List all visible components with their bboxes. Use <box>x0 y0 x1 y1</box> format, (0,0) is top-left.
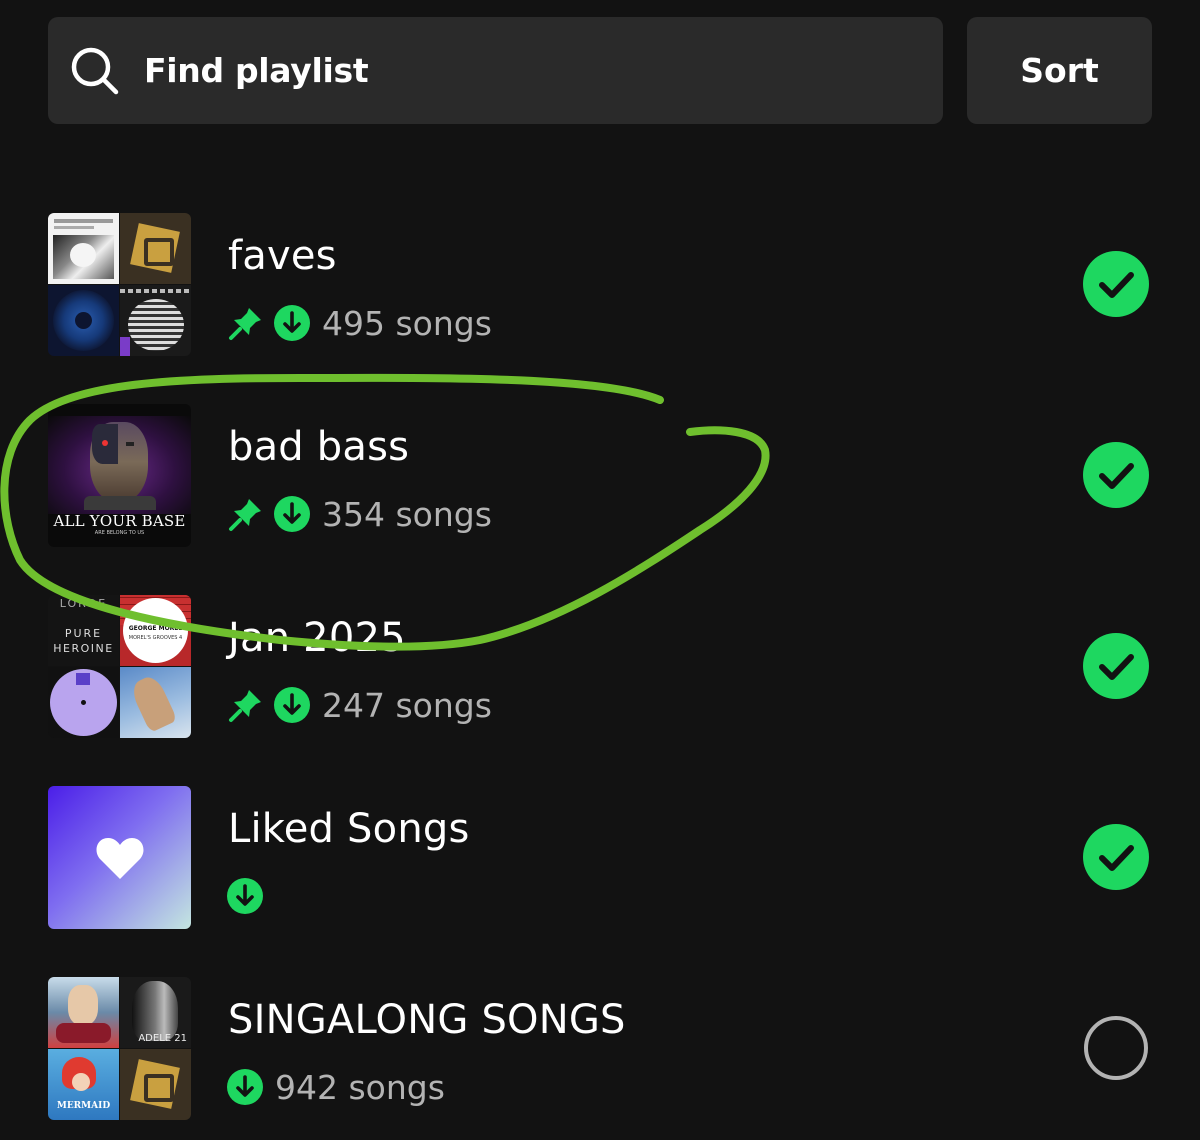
playlist-title: Liked Songs <box>228 806 470 852</box>
cover-text: ALL YOUR BASE <box>53 512 186 530</box>
cover-text: MOREL'S GROOVES 4 <box>128 635 183 641</box>
playlist-picker: Find playlist Sort faves 495 songs ALL Y… <box>0 0 1200 1140</box>
playlist-meta: 942 songs <box>227 1067 445 1107</box>
playlist-row-faves[interactable]: faves 495 songs <box>0 213 1200 356</box>
hand-drawn-circle-annotation <box>0 373 770 651</box>
pin-icon <box>229 690 261 722</box>
song-count: 247 songs <box>322 685 492 725</box>
playlist-meta: 495 songs <box>228 303 492 343</box>
cover-text: LORDE <box>59 597 108 610</box>
cover-text: MERMAID <box>56 1101 111 1111</box>
downloaded-icon <box>274 305 310 341</box>
search-placeholder: Find playlist <box>144 51 369 90</box>
heart-icon <box>96 838 144 879</box>
playlist-row-bad-bass[interactable]: ALL YOUR BASE ARE BELONG TO US bad bass … <box>0 404 1200 547</box>
playlist-title: faves <box>228 233 337 279</box>
downloaded-icon <box>227 878 263 914</box>
cover-text: HEROINE <box>53 642 114 655</box>
search-icon <box>71 47 119 94</box>
selected-check-icon[interactable] <box>1083 251 1149 317</box>
cover-text: ADELE 21 <box>138 1033 187 1044</box>
playlist-cover: ADELE 21 MERMAID <box>48 977 191 1120</box>
cover-text: GEORGE MOREL <box>128 625 183 632</box>
playlist-cover <box>48 786 191 929</box>
playlist-meta <box>227 876 275 916</box>
playlist-row-singalong-songs[interactable]: ADELE 21 MERMAID SINGALONG SONGS 942 son… <box>0 977 1200 1120</box>
cover-subtext: ARE BELONG TO US <box>94 530 145 536</box>
find-playlist-search[interactable]: Find playlist <box>48 17 943 124</box>
playlist-row-liked-songs[interactable]: Liked Songs <box>0 786 1200 929</box>
downloaded-icon <box>274 496 310 532</box>
playlist-cover <box>48 213 191 356</box>
unselected-circle-icon[interactable] <box>1083 1015 1149 1081</box>
selected-check-icon[interactable] <box>1083 824 1149 890</box>
cover-text: PURE <box>64 627 103 640</box>
playlist-cover: LORDE PURE HEROINE GEORGE MOREL MOREL'S … <box>48 595 191 738</box>
selected-check-icon[interactable] <box>1083 442 1149 508</box>
playlist-meta: 247 songs <box>228 685 492 725</box>
selected-check-icon[interactable] <box>1083 633 1149 699</box>
song-count: 495 songs <box>322 303 492 343</box>
downloaded-icon <box>227 1069 263 1105</box>
playlist-row-jan-2025[interactable]: LORDE PURE HEROINE GEORGE MOREL MOREL'S … <box>0 595 1200 738</box>
sort-button[interactable]: Sort <box>967 17 1152 124</box>
song-count: 354 songs <box>322 494 492 534</box>
playlist-cover: ALL YOUR BASE ARE BELONG TO US <box>48 404 191 547</box>
song-count: 942 songs <box>275 1067 445 1107</box>
playlist-title: Jan 2025 <box>228 615 406 661</box>
playlist-title: SINGALONG SONGS <box>228 997 626 1043</box>
playlist-title: bad bass <box>228 424 410 470</box>
downloaded-icon <box>274 687 310 723</box>
pin-icon <box>229 499 261 531</box>
playlist-meta: 354 songs <box>228 494 492 534</box>
pin-icon <box>229 308 261 340</box>
